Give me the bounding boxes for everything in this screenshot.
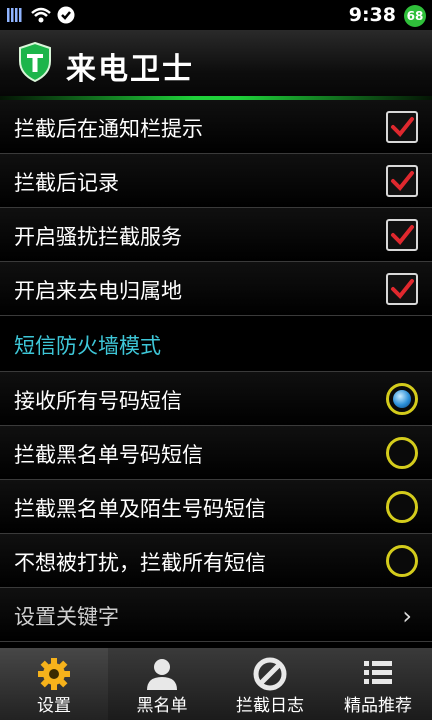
receive-all-radio[interactable] [386, 383, 418, 415]
signal-bars-icon [7, 8, 22, 22]
toggle-label: 拦截后在通知栏提示 [14, 117, 203, 141]
shield-status-icon [57, 6, 75, 24]
battery-icon: 68 [404, 5, 426, 27]
option-label: 接收所有号码短信 [14, 389, 182, 413]
block-blacklist-radio[interactable] [386, 437, 418, 469]
tab-label: 拦截日志 [236, 696, 304, 716]
page-title: 来电卫士 [66, 52, 194, 87]
block-all-radio[interactable] [386, 545, 418, 577]
checkmark-icon [391, 279, 414, 299]
notify-checkbox[interactable] [386, 111, 418, 143]
section-title: 短信防火墙模式 [14, 334, 161, 358]
caller-location-checkbox[interactable] [386, 273, 418, 305]
chevron-right-icon: › [402, 602, 412, 630]
sms-option-block-blacklist-strangers[interactable]: 拦截黑名单及陌生号码短信 [0, 480, 432, 534]
wifi-icon [31, 7, 51, 23]
tab-blacklist[interactable]: 黑名单 [108, 648, 216, 720]
set-keywords-row[interactable]: 设置关键字 › [0, 588, 432, 642]
block-service-checkbox[interactable] [386, 219, 418, 251]
settings-list: 拦截后在通知栏提示 拦截后记录 开启骚扰拦截服务 开启来去电归属地 短信防火墙模… [0, 100, 432, 642]
checkmark-icon [391, 225, 414, 245]
tab-recommended[interactable]: 精品推荐 [324, 648, 432, 720]
shield-t-icon [19, 42, 51, 82]
toggle-label: 拦截后记录 [14, 171, 119, 195]
option-label: 不想被打扰，拦截所有短信 [14, 551, 266, 575]
toggle-label: 开启骚扰拦截服务 [14, 225, 182, 249]
bottom-tab-bar: 设置 黑名单 拦截日志 精品推荐 [0, 648, 432, 720]
toggle-row-block-service[interactable]: 开启骚扰拦截服务 [0, 208, 432, 262]
toggle-row-caller-location[interactable]: 开启来去电归属地 [0, 262, 432, 316]
sms-option-block-blacklist[interactable]: 拦截黑名单号码短信 [0, 426, 432, 480]
sms-option-block-all[interactable]: 不想被打扰，拦截所有短信 [0, 534, 432, 588]
sms-firewall-section-header: 短信防火墙模式 [0, 316, 432, 372]
tab-label: 黑名单 [136, 696, 188, 716]
app-header: 来电卫士 [0, 30, 432, 100]
toggle-row-notify[interactable]: 拦截后在通知栏提示 [0, 100, 432, 154]
sms-option-receive-all[interactable]: 接收所有号码短信 [0, 372, 432, 426]
checkmark-icon [391, 117, 414, 137]
checkmark-icon [391, 171, 414, 191]
keyword-label: 设置关键字 [14, 605, 119, 629]
tab-label: 设置 [37, 696, 71, 716]
block-blacklist-strangers-radio[interactable] [386, 491, 418, 523]
tab-label: 精品推荐 [344, 696, 412, 716]
person-icon [147, 659, 177, 690]
status-bar: 9:38 68 [0, 0, 432, 30]
block-icon [253, 657, 287, 691]
list-icon [364, 661, 392, 684]
tab-settings[interactable]: 设置 [0, 648, 108, 720]
tab-block-log[interactable]: 拦截日志 [216, 648, 324, 720]
clock-text: 9:38 [348, 4, 396, 26]
toggle-label: 开启来去电归属地 [14, 279, 182, 303]
toggle-row-record[interactable]: 拦截后记录 [0, 154, 432, 208]
record-checkbox[interactable] [386, 165, 418, 197]
gear-icon [38, 658, 70, 690]
option-label: 拦截黑名单及陌生号码短信 [14, 497, 266, 521]
option-label: 拦截黑名单号码短信 [14, 443, 203, 467]
